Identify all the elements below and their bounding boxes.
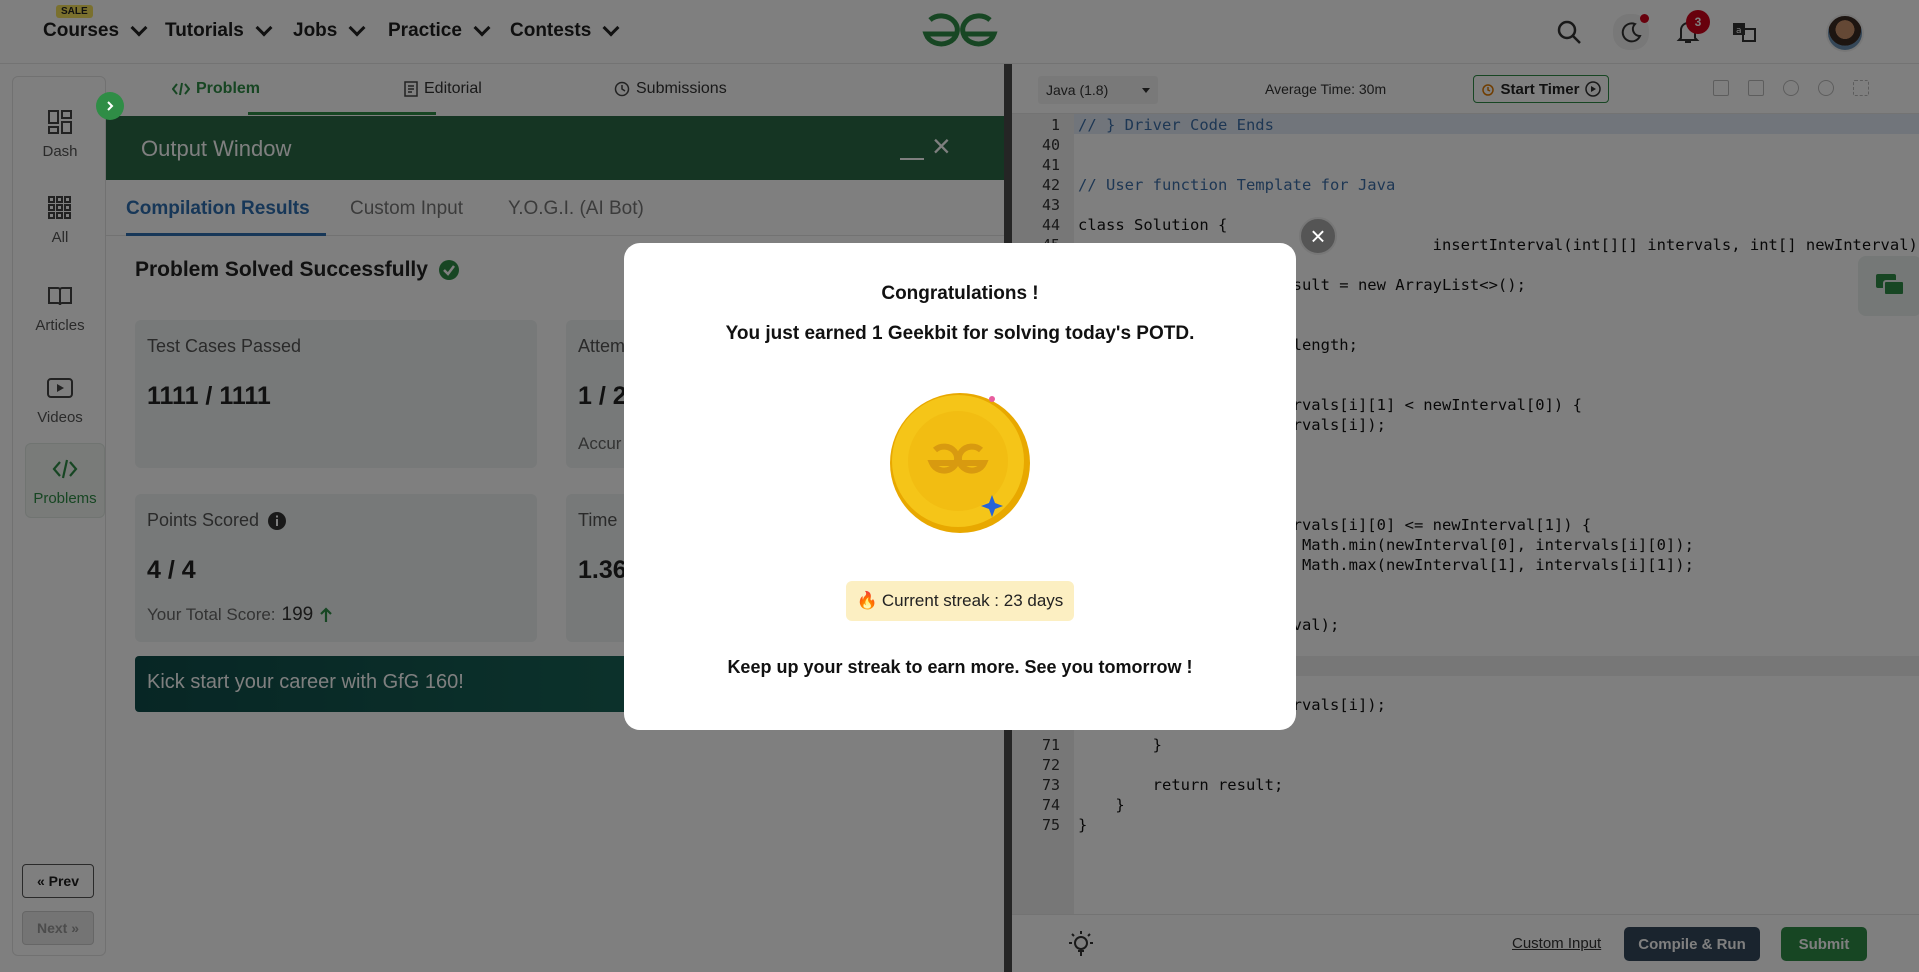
streak-text: Current streak : 23 days — [881, 591, 1064, 610]
expand-toggle-button[interactable] — [96, 92, 124, 120]
potd-congrats-modal: Congratulations ! You just earned 1 Geek… — [624, 243, 1296, 730]
geekbit-coin-icon — [890, 393, 1030, 533]
modal-title: Congratulations ! — [881, 283, 1039, 304]
modal-footer-text: Keep up your streak to earn more. See yo… — [727, 657, 1193, 677]
fire-icon: 🔥 — [856, 591, 878, 610]
modal-subtitle: You just earned 1 Geekbit for solving to… — [725, 323, 1195, 344]
streak-badge: 🔥 Current streak : 23 days — [846, 581, 1074, 621]
chevron-right-icon — [107, 101, 114, 111]
modal-close-button[interactable]: × — [1299, 217, 1337, 255]
